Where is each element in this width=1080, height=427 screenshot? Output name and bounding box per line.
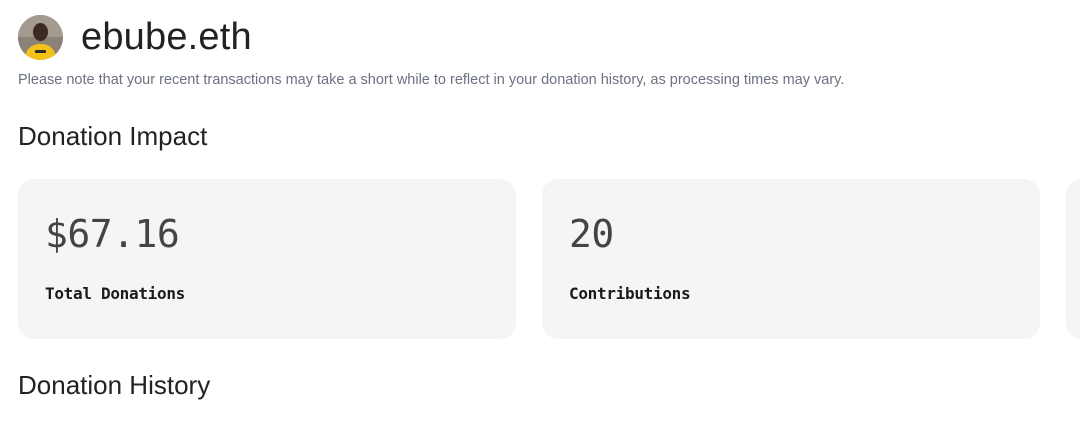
impact-cards: $67.16 Total Donations 20 Contributions [18, 179, 1080, 339]
donor-profile-page: ebube.eth Please note that your recent t… [0, 0, 1080, 427]
donation-history-heading: Donation History [18, 370, 211, 400]
profile-header: ebube.eth [18, 14, 252, 60]
total-donations-card: $67.16 Total Donations [18, 179, 516, 339]
avatar-photo-icon [18, 14, 63, 60]
total-donations-label: Total Donations [45, 284, 185, 303]
partial-impact-card [1066, 179, 1080, 339]
processing-notice: Please note that your recent transaction… [18, 72, 845, 88]
contributions-value: 20 [569, 212, 614, 256]
avatar [18, 14, 63, 60]
username: ebube.eth [81, 16, 252, 58]
contributions-card: 20 Contributions [542, 179, 1040, 339]
total-donations-value: $67.16 [45, 212, 180, 256]
contributions-label: Contributions [569, 284, 691, 303]
donation-impact-heading: Donation Impact [18, 121, 208, 151]
